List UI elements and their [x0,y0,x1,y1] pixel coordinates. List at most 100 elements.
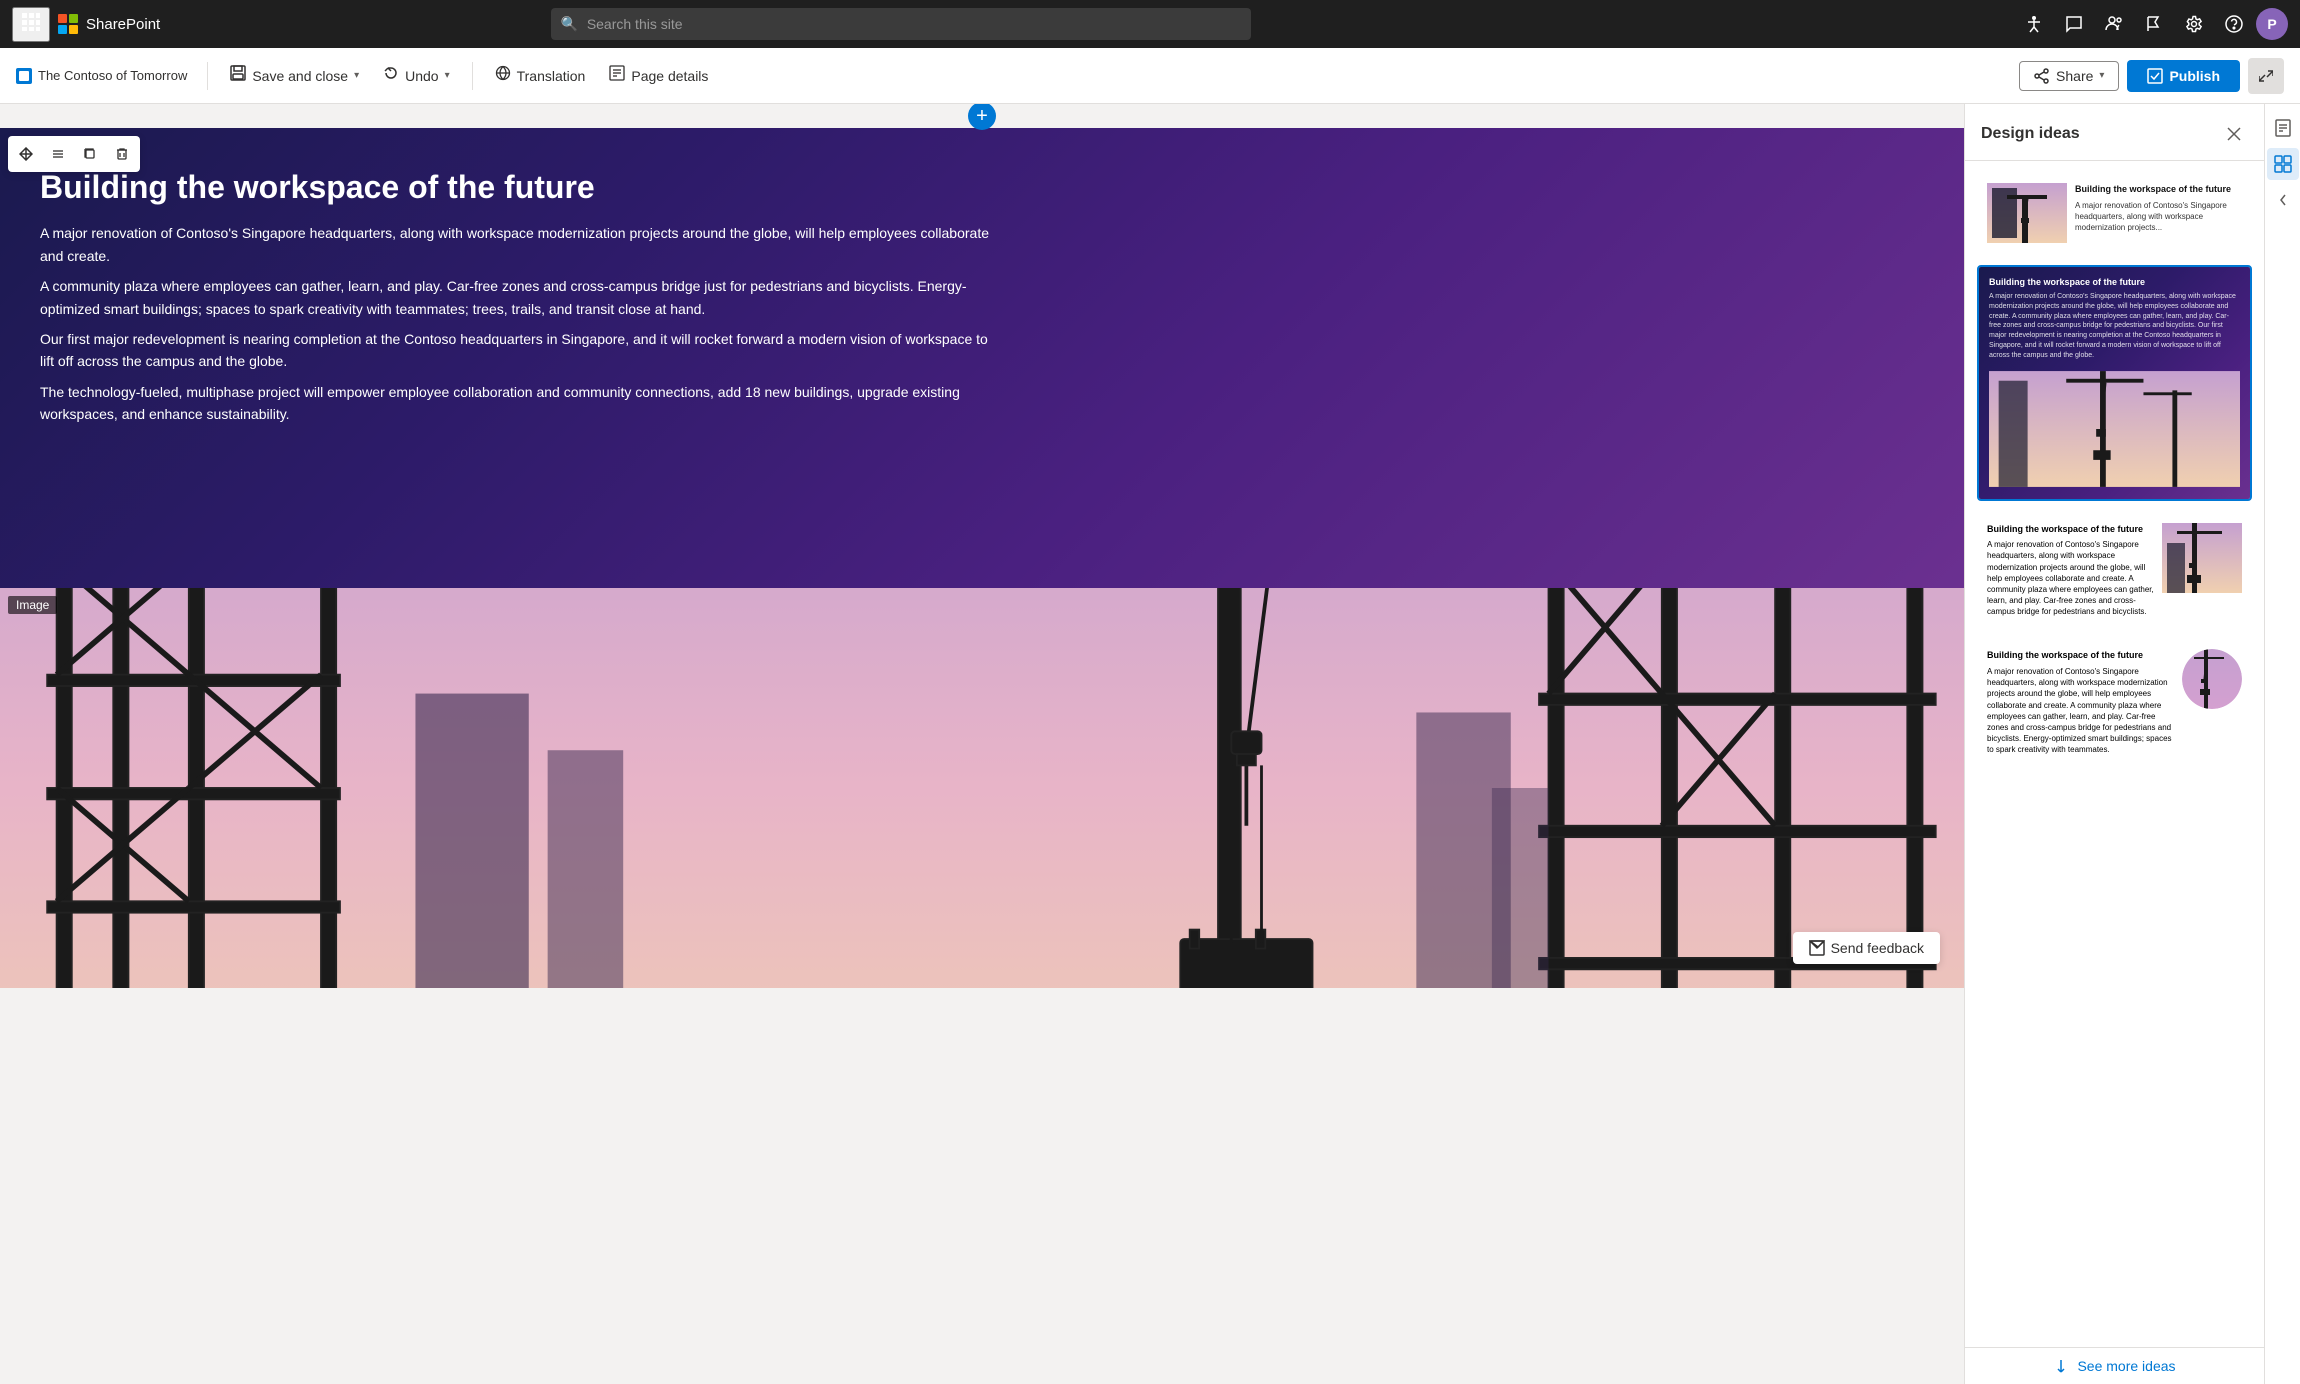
top-navigation: SharePoint 🔍 P [0,0,2300,48]
send-feedback-label: Send feedback [1831,940,1924,956]
construction-image[interactable] [0,588,1964,988]
card1-thumbnail [1987,183,2067,243]
search-input[interactable] [551,8,1251,40]
flag-button[interactable] [2136,6,2172,42]
design-idea-card-2[interactable]: Building the workspace of the future A m… [1977,265,2252,501]
card3-layout: Building the workspace of the future A m… [1979,515,2250,626]
accessibility-button[interactable] [2016,6,2052,42]
microsoft-logo[interactable]: SharePoint [58,14,160,34]
hero-para-2: A community plaza where employees can ga… [40,275,1000,320]
hero-title[interactable]: Building the workspace of the future [40,168,1924,206]
settings-button[interactable] [2176,6,2212,42]
translation-label: Translation [517,68,586,84]
translation-icon [495,65,511,86]
sidebar-arrow-btn[interactable] [2267,184,2299,216]
logo-sq-green [69,14,78,23]
see-more-label: See more ideas [2077,1358,2175,1374]
card1-layout: Building the workspace of the future A m… [1979,175,2250,251]
toolbar-right-actions: Share ▾ Publish [2019,58,2284,94]
site-title-text: The Contoso of Tomorrow [38,68,187,83]
card4-layout: Building the workspace of the future A m… [1979,641,2250,763]
waffle-menu-button[interactable] [12,7,50,42]
chat-button[interactable] [2056,6,2092,42]
hero-section[interactable]: Building the workspace of the future A m… [0,128,1964,588]
page-canvas[interactable]: + Building the workspace of the future [0,104,1964,1384]
toolbar-divider-2 [472,62,473,90]
add-section-button[interactable]: + [968,104,996,130]
image-section[interactable]: Image [0,588,1964,988]
design-idea-card-3[interactable]: Building the workspace of the future A m… [1977,513,2252,628]
section-controls [8,136,140,172]
delete-section-button[interactable] [108,140,136,168]
page-details-icon [609,65,625,86]
sidebar-design-ideas-btn[interactable] [2267,148,2299,180]
collapse-panel-button[interactable] [2248,58,2284,94]
card1-body: A major renovation of Contoso's Singapor… [2075,200,2242,234]
save-close-button[interactable]: Save and close ▾ [220,59,369,92]
site-icon [16,68,32,84]
design-idea-card-4[interactable]: Building the workspace of the future A m… [1977,639,2252,765]
card4-text: Building the workspace of the future A m… [1987,649,2174,755]
right-sidebar [2264,104,2300,1384]
translation-button[interactable]: Translation [485,59,596,92]
logo-icon [58,14,78,34]
see-more-ideas-button[interactable]: See more ideas [1965,1347,2264,1384]
page-details-button[interactable]: Page details [599,59,718,92]
nav-icon-group: P [2016,6,2288,42]
card2-title: Building the workspace of the future [1989,277,2240,287]
hero-para-4: The technology-fueled, multiphase projec… [40,381,1000,426]
card2-layout: Building the workspace of the future A m… [1979,267,2250,499]
main-content-area: + Building the workspace of the future [0,104,2300,1384]
design-panel-title: Design ideas [1981,125,2080,143]
logo-sq-red [58,14,67,23]
duplicate-section-button[interactable] [76,140,104,168]
share-dropdown-arrow[interactable]: ▾ [2099,70,2104,81]
hero-para-1: A major renovation of Contoso's Singapor… [40,222,1000,267]
undo-icon [383,65,399,86]
design-panel-ideas-list: Building the workspace of the future A m… [1965,161,2264,1347]
design-panel-header: Design ideas [1965,104,2264,161]
save-close-dropdown-arrow[interactable]: ▾ [354,70,359,81]
card3-title: Building the workspace of the future [1987,523,2154,536]
save-icon [230,65,246,86]
design-panel-close-button[interactable] [2220,120,2248,148]
card4-circle-image [2182,649,2242,709]
page-details-label: Page details [631,68,708,84]
design-ideas-panel: Design ideas [1964,104,2264,1384]
save-close-label: Save and close [252,68,348,84]
card4-body: A major renovation of Contoso's Singapor… [1987,666,2174,756]
undo-label: Undo [405,68,438,84]
card1-text: Building the workspace of the future A m… [2075,183,2242,233]
help-button[interactable] [2216,6,2252,42]
card2-body: A major renovation of Contoso's Singapor… [1989,292,2240,361]
hero-body[interactable]: A major renovation of Contoso's Singapor… [40,222,1000,425]
card1-title: Building the workspace of the future [2075,183,2242,196]
publish-label: Publish [2169,68,2220,84]
undo-button[interactable]: Undo ▾ [373,59,460,92]
logo-sq-yellow [69,25,78,34]
card3-text: Building the workspace of the future A m… [1987,523,2154,618]
card2-image [1989,369,2240,489]
card3-thumbnail [2162,523,2242,593]
undo-dropdown-arrow[interactable]: ▾ [445,70,450,81]
add-section-bar: + [0,104,1964,128]
share-button[interactable]: Share ▾ [2019,61,2119,91]
publish-button[interactable]: Publish [2127,60,2240,92]
sidebar-page-btn[interactable] [2267,112,2299,144]
hero-para-3: Our first major redevelopment is nearing… [40,328,1000,373]
toolbar-divider-1 [207,62,208,90]
app-name: SharePoint [86,16,160,33]
page-toolbar: The Contoso of Tomorrow Save and close ▾… [0,48,2300,104]
share-label: Share [2056,68,2093,84]
move-section-button[interactable] [12,140,40,168]
logo-sq-blue [58,25,67,34]
card4-title: Building the workspace of the future [1987,649,2174,662]
user-avatar[interactable]: P [2256,8,2288,40]
send-feedback-button[interactable]: Send feedback [1793,932,1940,964]
search-icon: 🔍 [561,16,578,33]
section-settings-button[interactable] [44,140,72,168]
search-container: 🔍 [551,8,1251,40]
design-idea-card-1[interactable]: Building the workspace of the future A m… [1977,173,2252,253]
site-breadcrumb[interactable]: The Contoso of Tomorrow [16,68,187,84]
people-button[interactable] [2096,6,2132,42]
